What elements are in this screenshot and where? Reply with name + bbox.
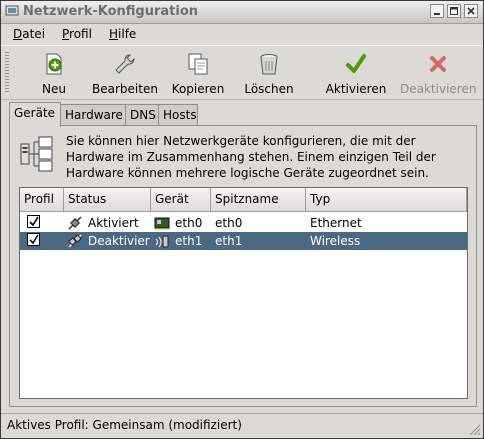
- status-text: Aktiviert: [88, 216, 139, 230]
- profile-checkbox[interactable]: [27, 233, 40, 246]
- plug-connected-icon: [68, 216, 82, 230]
- new-button[interactable]: Neu: [37, 50, 71, 96]
- minimize-icon: [434, 13, 440, 15]
- nickname-text: eth0: [215, 216, 243, 230]
- wireless-icon: [155, 235, 169, 248]
- new-document-icon: [46, 53, 62, 75]
- maximize-icon: [450, 7, 458, 15]
- window-title: Netzwerk-Konfiguration: [23, 4, 199, 19]
- ethernet-card-icon: [154, 217, 170, 230]
- checkmark-icon: [346, 54, 366, 73]
- network-app-icon: [5, 5, 19, 16]
- devices-panel: Sie können hier Netzwerkgeräte konfiguri…: [9, 125, 477, 407]
- column-header-nickname[interactable]: Spitzname: [211, 188, 306, 212]
- close-icon: [467, 7, 475, 15]
- status-text: Deaktivier: [88, 234, 150, 248]
- toolbar-grip[interactable]: [5, 52, 9, 94]
- delete-button[interactable]: Löschen: [241, 50, 297, 96]
- type-text: Wireless: [310, 234, 361, 248]
- deactivate-label: Deaktivieren: [400, 82, 477, 96]
- copy-button[interactable]: Kopieren: [168, 50, 228, 96]
- network-devices-icon: [20, 136, 53, 172]
- table-row[interactable]: Aktiviert eth0 eth0 Ethernet: [20, 214, 467, 232]
- menu-datei[interactable]: Datei: [13, 27, 45, 41]
- column-header-type[interactable]: Typ: [306, 188, 467, 212]
- delete-label: Löschen: [244, 82, 294, 96]
- deactivate-button[interactable]: Deaktivieren: [400, 50, 476, 96]
- copy-icon: [188, 53, 208, 75]
- menu-hilfe[interactable]: Hilfe: [109, 27, 136, 41]
- status-bar: Aktives Profil: Gemeinsam (modifiziert): [1, 413, 483, 438]
- column-header-profile[interactable]: Profil: [20, 188, 64, 212]
- app-window: Netzwerk-Konfiguration Datei Profil Hilf…: [0, 0, 484, 439]
- close-button[interactable]: [464, 4, 478, 18]
- new-label: Neu: [42, 82, 66, 96]
- devices-table: Profil Status Gerät Spitzname Typ Aktivi…: [19, 187, 468, 399]
- type-text: Ethernet: [310, 216, 362, 230]
- activate-button[interactable]: Aktivieren: [324, 50, 388, 96]
- column-header-status[interactable]: Status: [64, 188, 151, 212]
- minimize-button[interactable]: [430, 4, 444, 18]
- tab-hosts[interactable]: Hosts: [158, 104, 198, 125]
- resize-grip-icon[interactable]: [467, 422, 481, 436]
- device-text: eth1: [175, 234, 203, 248]
- copy-label: Kopieren: [171, 82, 225, 96]
- profile-checkbox[interactable]: [27, 215, 40, 228]
- tab-hardware[interactable]: Hardware: [60, 104, 126, 125]
- menu-profil[interactable]: Profil: [62, 27, 92, 41]
- maximize-button[interactable]: [447, 4, 461, 18]
- toolbar: Neu Bearbeiten Kopieren Löschen Aktivier…: [1, 45, 483, 100]
- edit-label: Bearbeiten: [92, 82, 158, 96]
- device-text: eth0: [175, 216, 203, 230]
- trash-icon: [260, 54, 278, 75]
- cross-icon: [430, 56, 446, 72]
- menu-bar: Datei Profil Hilfe: [1, 24, 483, 44]
- devices-info-text: Sie können hier Netzwerkgeräte konfiguri…: [66, 134, 436, 180]
- checkmark-icon: [29, 216, 39, 227]
- tab-devices[interactable]: Geräte: [9, 102, 61, 127]
- table-row[interactable]: Deaktivier eth1 eth1 Wireless: [20, 232, 467, 250]
- tab-dns[interactable]: DNS: [125, 104, 159, 125]
- active-profile-status: Aktives Profil: Gemeinsam (modifiziert): [7, 418, 242, 432]
- title-bar[interactable]: Netzwerk-Konfiguration: [1, 1, 483, 24]
- plug-disconnected-icon: [68, 234, 82, 248]
- checkmark-icon: [29, 234, 39, 245]
- column-header-device[interactable]: Gerät: [151, 188, 211, 212]
- edit-button[interactable]: Bearbeiten: [91, 50, 159, 96]
- nickname-text: eth1: [215, 234, 243, 248]
- wrench-icon: [115, 54, 135, 74]
- activate-label: Aktivieren: [325, 82, 387, 96]
